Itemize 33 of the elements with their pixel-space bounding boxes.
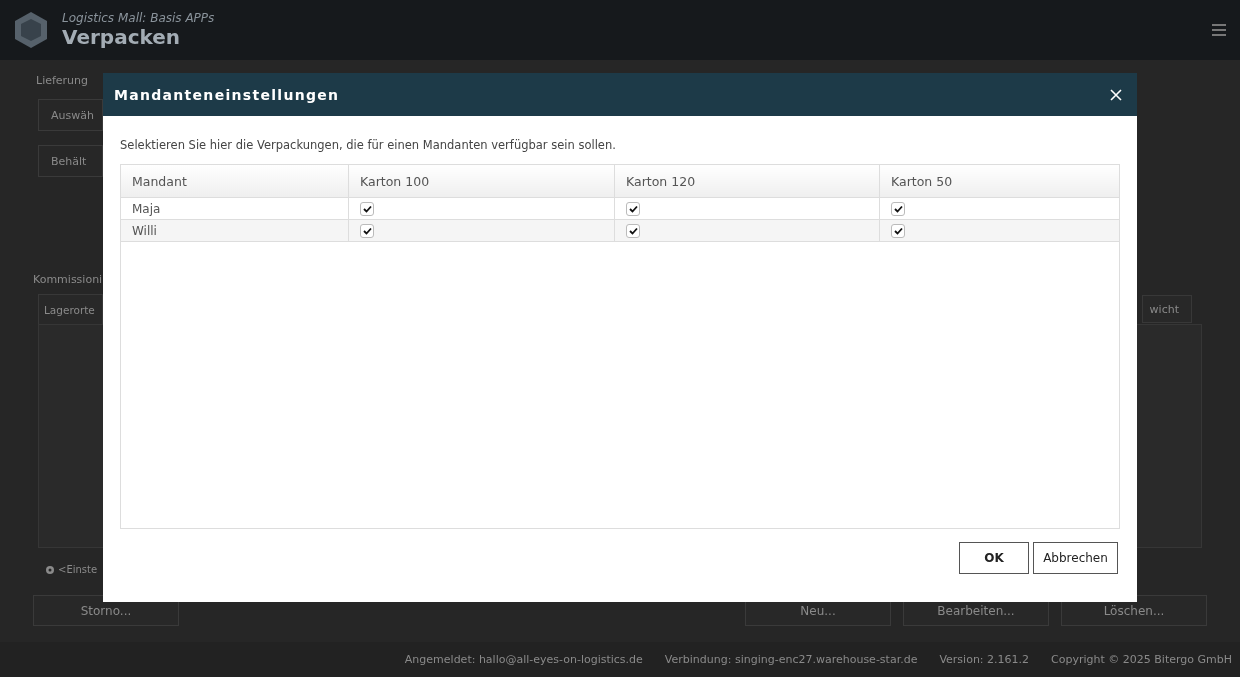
ok-button[interactable]: OK [959,542,1029,574]
checkbox[interactable] [626,223,640,238]
cancel-button[interactable]: Abbrechen [1033,542,1118,574]
action-button[interactable]: Behält [38,145,103,177]
status-text: Angemeldet: hallo@all-eyes-on-logistics.de [404,653,643,666]
hexagon-logo-icon [14,11,48,49]
table-cell: Willi [121,219,349,242]
column-header: Mandant [121,165,349,198]
gear-icon [45,564,55,575]
checkbox[interactable] [360,201,374,216]
status-text: Copyright © 2025 Bitergo GmbH [1051,653,1232,666]
menu-icon[interactable] [1212,24,1226,36]
section-label: Lieferung [36,74,90,87]
tab[interactable]: Lagerorte [38,294,103,324]
table-cell: Maja [121,197,349,220]
status-text: Version: 2.161.2 [939,653,1030,666]
action-button[interactable]: wicht [1142,295,1192,323]
checkbox[interactable] [891,223,905,238]
checkbox[interactable] [891,201,905,216]
app-subtitle: Logistics Mall: Basis APPs [62,11,216,25]
column-header: Karton 120 [614,165,880,198]
status-text: Verbindung: singing-enc27.warehouse-star.de [664,653,918,666]
action-button[interactable]: Auswäh [38,99,103,131]
dialog-title: Mandanteneinstellungen [114,86,340,103]
column-header: Karton 50 [879,165,1119,198]
settings-link[interactable]: <Einste [58,564,98,575]
section-label: Kommissioni [33,273,104,286]
dialog-description: Selektieren Sie hier die Verpackungen, die für einen Mandanten verfügbar sein sollen. [120,138,617,152]
close-button[interactable] [1109,87,1123,102]
checkbox[interactable] [626,201,640,216]
app-title: Verpacken [62,25,182,49]
checkbox[interactable] [360,223,374,238]
column-header: Karton 100 [348,165,615,198]
